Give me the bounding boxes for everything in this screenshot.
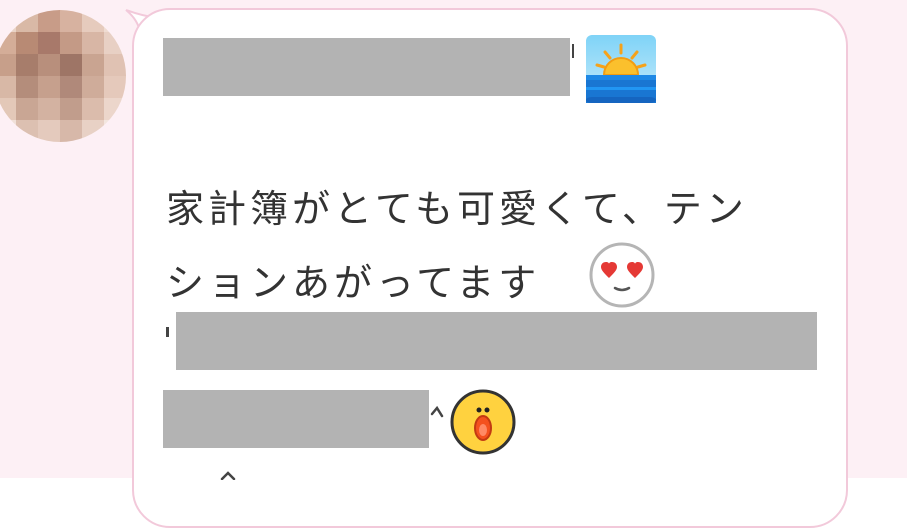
text-fragment: [166, 327, 169, 337]
redacted-text: [163, 38, 570, 96]
message-line-1: 家計簿がとても可愛くて、テン: [166, 187, 748, 231]
message-line-2: ションあがってます: [166, 261, 541, 305]
redacted-text: [176, 312, 817, 370]
text-fragment: [430, 405, 444, 418]
avatar[interactable]: [0, 10, 126, 142]
text-fragment: [572, 44, 574, 58]
redacted-text: [163, 390, 429, 448]
sally-surprised-emoji-icon: [450, 389, 516, 455]
heart-eyes-emoji-icon: [589, 242, 655, 308]
sunrise-emoji-icon: [586, 35, 656, 103]
text-fragment: [220, 471, 236, 480]
